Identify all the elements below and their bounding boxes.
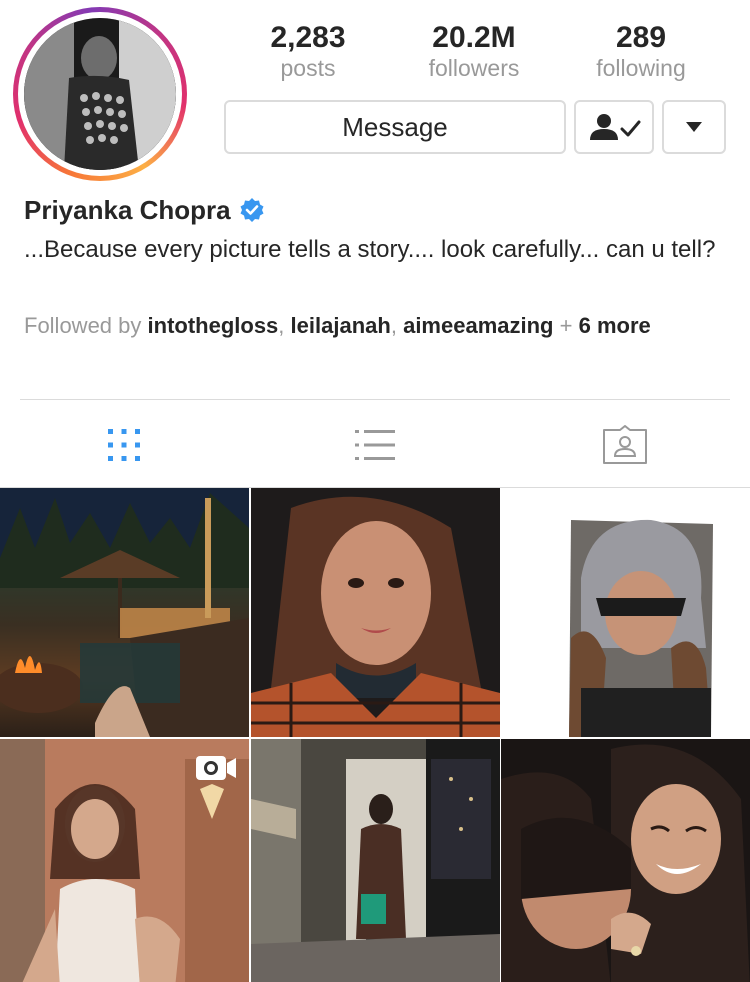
- profile-name-row: Priyanka Chopra: [24, 193, 265, 227]
- separator: ,: [278, 313, 285, 338]
- verified-badge-icon: [240, 198, 264, 222]
- following-value: 289: [615, 21, 667, 54]
- followers-value: 20.2M: [432, 21, 516, 54]
- following-button[interactable]: [574, 100, 654, 154]
- followed-by-prefix: Followed by: [24, 313, 142, 338]
- post-thumbnail[interactable]: [501, 488, 750, 737]
- posts-grid: [0, 488, 750, 982]
- follower-link[interactable]: aimeeamazing: [403, 313, 553, 338]
- following-label: following: [596, 55, 686, 81]
- more-options-button[interactable]: [662, 100, 726, 154]
- following-count[interactable]: 289 following: [571, 20, 711, 80]
- profile-bio: ...Because every picture tells a story..…: [24, 236, 716, 263]
- caret-down-icon: [686, 122, 702, 132]
- person-check-icon: [590, 114, 641, 140]
- post-image: [251, 739, 500, 982]
- separator: ,: [390, 313, 397, 338]
- tagged-person-icon: [603, 425, 647, 464]
- post-image: [501, 739, 750, 982]
- followers-label: followers: [428, 55, 520, 81]
- more-followers-link[interactable]: 6 more: [579, 313, 651, 338]
- posts-label: posts: [280, 55, 336, 81]
- video-icon: [196, 756, 236, 780]
- avatar-photo: [24, 18, 176, 170]
- profile-name: Priyanka Chopra: [24, 194, 231, 225]
- post-thumbnail[interactable]: [251, 739, 500, 982]
- followed-by[interactable]: Followed by intothegloss, leilajanah, ai…: [24, 312, 724, 340]
- divider: [20, 399, 730, 400]
- post-image: [0, 488, 249, 737]
- post-thumbnail[interactable]: [0, 488, 249, 737]
- post-thumbnail[interactable]: [0, 739, 249, 982]
- posts-value: 2,283: [270, 21, 346, 54]
- tab-tagged[interactable]: [600, 420, 650, 470]
- post-image: [251, 488, 500, 737]
- post-image: [501, 488, 750, 737]
- profile-stats: 2,283 posts 20.2M followers 289 followin…: [224, 20, 726, 84]
- follower-link[interactable]: intothegloss: [148, 313, 279, 338]
- grid-icon: [108, 429, 140, 461]
- post-thumbnail[interactable]: [251, 488, 500, 737]
- profile-avatar-ring[interactable]: [13, 7, 187, 181]
- followers-count[interactable]: 20.2M followers: [404, 20, 544, 80]
- plus-sign: +: [559, 313, 573, 338]
- avatar-frame: [18, 12, 182, 176]
- tab-list[interactable]: [350, 420, 400, 470]
- tab-grid[interactable]: [99, 420, 149, 470]
- avatar: [24, 18, 176, 170]
- message-button[interactable]: Message: [224, 100, 566, 154]
- post-thumbnail[interactable]: [501, 739, 750, 982]
- list-icon: [355, 430, 395, 460]
- posts-count[interactable]: 2,283 posts: [238, 20, 378, 80]
- follower-link[interactable]: leilajanah: [291, 313, 391, 338]
